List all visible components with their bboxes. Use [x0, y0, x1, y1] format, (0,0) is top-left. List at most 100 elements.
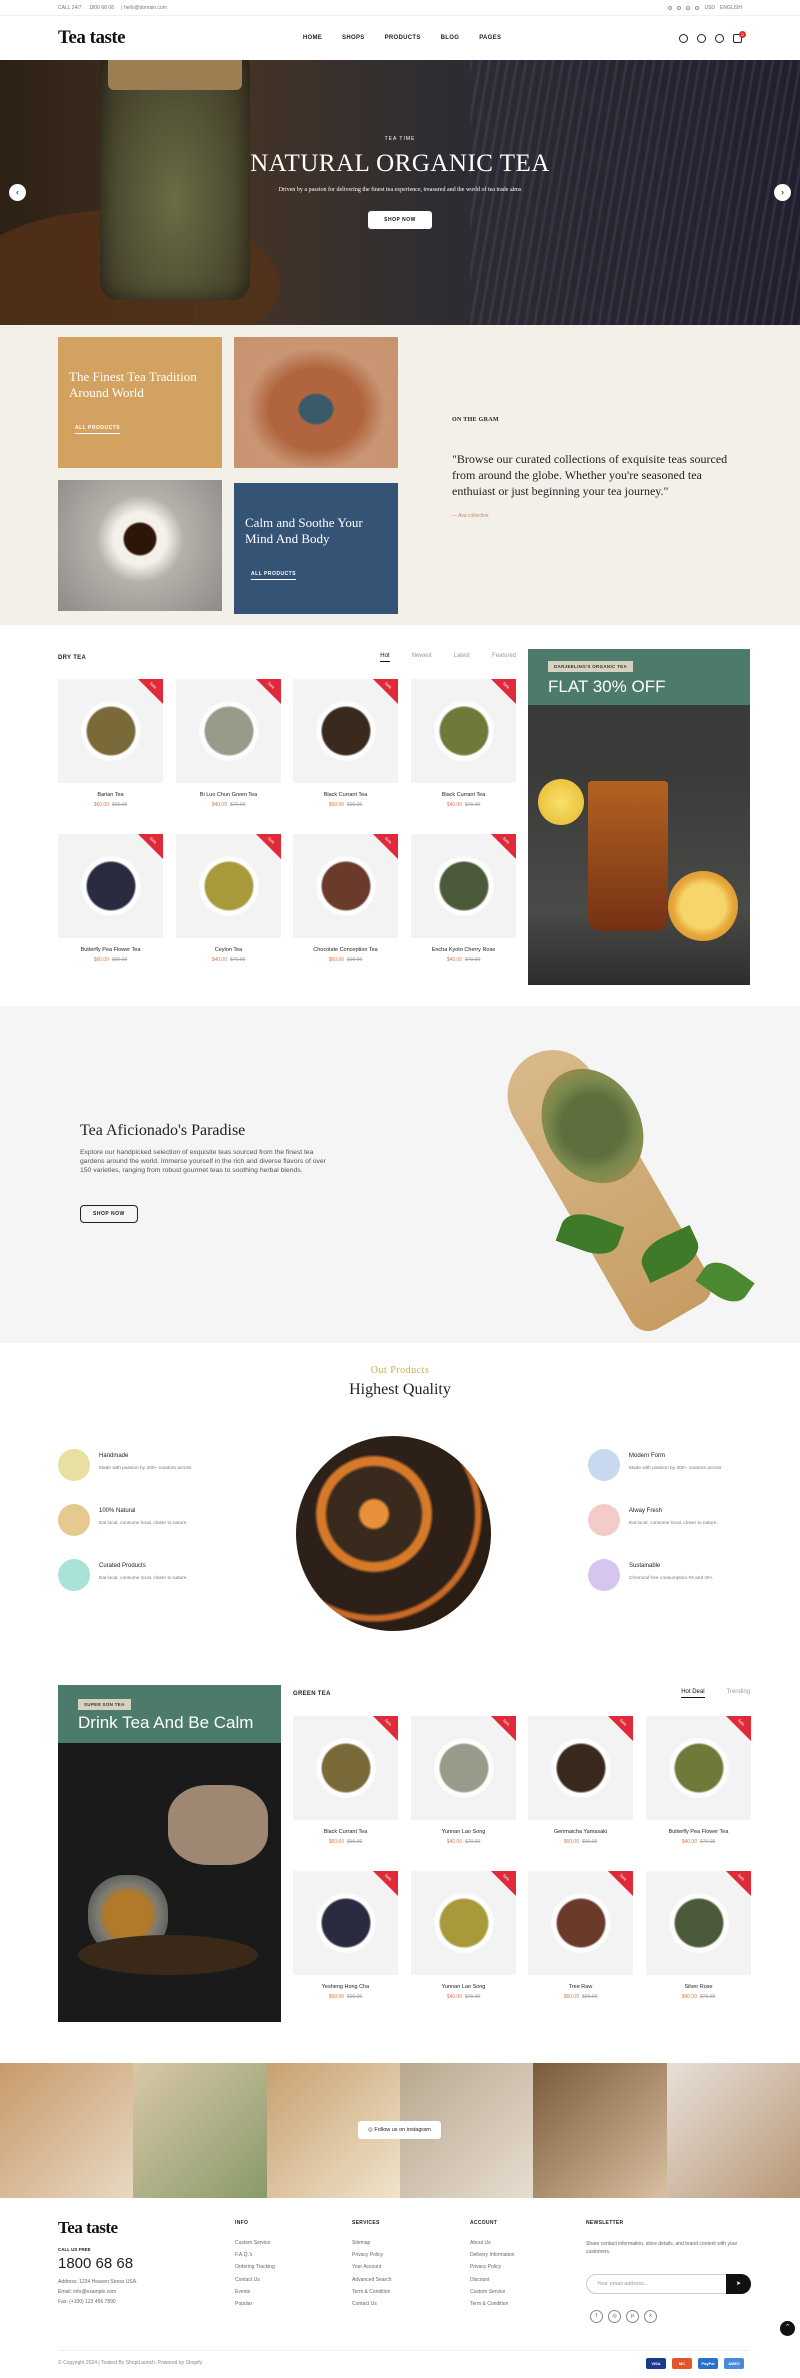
product-name[interactable]: Black Currant Tea: [411, 792, 516, 798]
product-name[interactable]: Butterfly Pea Flower Tea: [58, 947, 163, 953]
top-phone[interactable]: 1800 68 68: [89, 5, 114, 11]
nav-home[interactable]: HOME: [303, 35, 322, 41]
slider-next-icon[interactable]: ›: [774, 184, 791, 201]
insta-photo[interactable]: [533, 2063, 667, 2198]
product-image[interactable]: Sale: [293, 1716, 398, 1820]
product-name[interactable]: Silver Rose: [646, 1984, 751, 1990]
product-image[interactable]: Sale: [528, 1871, 633, 1975]
collection-tile-calm[interactable]: Calm and Soothe Your Mind And Body ALL P…: [234, 483, 398, 614]
product-image[interactable]: Sale: [176, 679, 281, 783]
account-icon[interactable]: [697, 33, 706, 43]
product-name[interactable]: Black Currant Tea: [293, 792, 398, 798]
green-tea-promo-banner[interactable]: SUPER SON TEA Drink Tea And Be Calm: [58, 1685, 281, 2022]
all-products-link[interactable]: ALL PRODUCTS: [251, 571, 297, 580]
product-image[interactable]: Sale: [293, 679, 398, 783]
x-icon[interactable]: x: [644, 2310, 657, 2323]
footer-link[interactable]: Sitemap: [352, 2240, 391, 2246]
footer-link[interactable]: Custom Service: [470, 2289, 514, 2295]
footer-link[interactable]: Discount: [470, 2277, 514, 2283]
product-card[interactable]: Sale Bi Luo Chun Green Tea $40.00 $70.00: [176, 679, 281, 808]
insta-photo[interactable]: [0, 2063, 134, 2198]
all-products-link[interactable]: ALL PRODUCTS: [75, 425, 121, 434]
back-to-top-icon[interactable]: ⌃: [780, 2321, 795, 2336]
product-name[interactable]: Bi Luo Chun Green Tea: [176, 792, 281, 798]
instagram-icon[interactable]: ◎: [608, 2310, 621, 2323]
insta-photo[interactable]: [666, 2063, 800, 2198]
product-image[interactable]: Sale: [411, 834, 516, 938]
language-select[interactable]: ENGLISH: [720, 5, 742, 11]
product-name[interactable]: Yunnan Lao Song: [411, 1829, 516, 1835]
pinterest-icon[interactable]: p: [626, 2310, 639, 2323]
pinterest-icon[interactable]: [686, 5, 691, 10]
tab-featured[interactable]: Featured: [492, 653, 516, 662]
product-card[interactable]: Sale Yunnan Lao Song $40.00 $70.00: [411, 1716, 516, 1845]
product-card[interactable]: Sale Butterfly Pea Flower Tea $40.00 $70.00: [646, 1716, 751, 1845]
product-card[interactable]: Sale Ceylon Tea $40.00 $70.00: [176, 834, 281, 963]
footer-link[interactable]: Popular: [235, 2301, 275, 2307]
product-image[interactable]: Sale: [411, 679, 516, 783]
product-card[interactable]: Sale Black Currant Tea $40.00 $70.00: [411, 679, 516, 808]
hero-shop-now-button[interactable]: SHOP NOW: [368, 211, 432, 229]
aficionado-shop-now-button[interactable]: SHOP NOW: [80, 1205, 138, 1223]
footer-link[interactable]: Your Account: [352, 2264, 391, 2270]
product-image[interactable]: Sale: [411, 1871, 516, 1975]
product-name[interactable]: Ceylon Tea: [176, 947, 281, 953]
tab-newest[interactable]: Newest: [412, 653, 432, 662]
product-name[interactable]: Yunnan Lao Song: [411, 1984, 516, 1990]
product-card[interactable]: Sale Silver Rose $40.00 $70.00: [646, 1871, 751, 2000]
product-name[interactable]: Encha Kyoto Cherry Rose: [411, 947, 516, 953]
product-image[interactable]: Sale: [293, 834, 398, 938]
tab-trending[interactable]: Trending: [727, 1689, 750, 1698]
cart-icon[interactable]: 0: [733, 30, 746, 43]
footer-link[interactable]: Privacy Policy: [352, 2252, 391, 2258]
product-name[interactable]: Black Currant Tea: [293, 1829, 398, 1835]
newsletter-submit-icon[interactable]: ➤: [726, 2274, 751, 2294]
product-name[interactable]: Yesheng Hong Cha: [293, 1984, 398, 1990]
product-name[interactable]: Tree Raw: [528, 1984, 633, 1990]
product-card[interactable]: Sale Encha Kyoto Cherry Rose $40.00 $70.00: [411, 834, 516, 963]
logo[interactable]: Tea taste: [58, 27, 126, 49]
footer-link[interactable]: Term & Condition: [470, 2301, 514, 2307]
facebook-icon[interactable]: f: [590, 2310, 603, 2323]
collection-tile-tradition[interactable]: The Finest Tea Tradition Around World AL…: [58, 337, 222, 468]
product-card[interactable]: Sale Chocolate Conception Tea $60.00 $90.00: [293, 834, 398, 963]
footer-link[interactable]: Advanced Search: [352, 2277, 391, 2283]
wishlist-icon[interactable]: [715, 33, 724, 43]
facebook-icon[interactable]: [668, 5, 673, 10]
nav-shops[interactable]: SHOPS: [342, 35, 365, 41]
product-image[interactable]: Sale: [528, 1716, 633, 1820]
footer-phone[interactable]: 1800 68 68: [58, 2255, 133, 2272]
product-name[interactable]: Barian Tea: [58, 792, 163, 798]
product-image[interactable]: Sale: [293, 1871, 398, 1975]
insta-photo[interactable]: [133, 2063, 267, 2198]
currency-select[interactable]: USD: [704, 5, 715, 11]
footer-email[interactable]: Email: info@example.com: [58, 2289, 116, 2295]
product-card[interactable]: Sale Yunnan Lao Song $40.00 $70.00: [411, 1871, 516, 2000]
product-image[interactable]: Sale: [411, 1716, 516, 1820]
product-card[interactable]: Sale Butterfly Pea Flower Tea $60.00 $90.00: [58, 834, 163, 963]
tab-hot[interactable]: Hot: [380, 653, 390, 662]
product-name[interactable]: Butterfly Pea Flower Tea: [646, 1829, 751, 1835]
footer-link[interactable]: Custom Service: [235, 2240, 275, 2246]
footer-link[interactable]: Privacy Policy: [470, 2264, 514, 2270]
footer-link[interactable]: About Us: [470, 2240, 514, 2246]
nav-blog[interactable]: BLOG: [441, 35, 460, 41]
footer-link[interactable]: Events: [235, 2289, 275, 2295]
product-image[interactable]: Sale: [646, 1871, 751, 1975]
footer-link[interactable]: Delivery Information: [470, 2252, 514, 2258]
product-name[interactable]: Chocolate Conception Tea: [293, 947, 398, 953]
tab-hot-deal[interactable]: Hot Deal: [681, 1689, 705, 1698]
product-card[interactable]: Sale Black Currant Tea $60.00 $90.00: [293, 679, 398, 808]
footer-link[interactable]: Term & Condition: [352, 2289, 391, 2295]
footer-link[interactable]: Contact Us: [352, 2301, 391, 2307]
footer-link[interactable]: F.A.Q.'s: [235, 2252, 275, 2258]
instagram-follow-button[interactable]: ◎ Follow us on instagram: [358, 2121, 441, 2139]
slider-prev-icon[interactable]: ‹: [9, 184, 26, 201]
product-card[interactable]: Sale Yesheng Hong Cha $60.00 $90.00: [293, 1871, 398, 2000]
product-image[interactable]: Sale: [58, 679, 163, 783]
nav-pages[interactable]: PAGES: [479, 35, 501, 41]
product-image[interactable]: Sale: [58, 834, 163, 938]
x-icon[interactable]: [695, 5, 700, 10]
product-card[interactable]: Sale Genmaicha Yamasaki $60.00 $90.00: [528, 1716, 633, 1845]
product-card[interactable]: Sale Barian Tea $60.00 $90.00: [58, 679, 163, 808]
